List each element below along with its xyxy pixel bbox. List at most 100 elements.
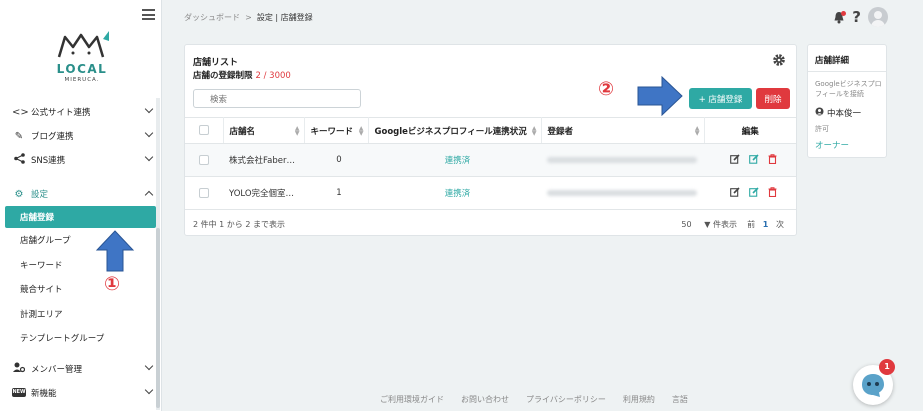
detail-role: オーナー [815,141,850,151]
annotation-arrow-right [637,76,683,116]
footer-link-terms[interactable]: 利用規約 [623,394,655,405]
select-all-checkbox[interactable] [199,125,209,136]
gear-icon[interactable] [772,53,786,70]
sidebar-item-members[interactable]: メンバー管理 [0,357,162,381]
chevron-down-icon [144,385,154,394]
delete-button[interactable]: 削除 [756,88,790,109]
gbp-status-cell: 連携済 [368,143,541,177]
col-registrant[interactable]: 登録者 ▲ ▼ [541,117,705,144]
sidebar-sub-store-group[interactable]: 店舗グループ [0,228,162,253]
chevron-down-icon [144,152,154,162]
chevron-down-icon [144,128,154,138]
code-icon: <> [12,106,29,118]
notification-dot [841,10,847,16]
footer-link-privacy[interactable]: プライバシーポリシー [526,394,606,405]
footer-link-language[interactable]: 言語 [672,394,688,405]
sidebar-item-label: 公式サイト連携 [31,108,91,118]
sort-icon: ▲ ▼ [694,125,700,137]
footer-link-contact[interactable]: お問い合わせ [461,394,509,405]
logo-sub: MIERUCA. [64,77,100,83]
sidebar-item-blog[interactable]: ✎ ブログ連携 [0,124,162,148]
col-label: 店舗名 [229,126,256,137]
edit-icon[interactable] [729,153,740,167]
store-limit-value: 2 / 3000 [255,71,291,81]
avatar[interactable] [868,7,888,27]
trash-icon[interactable] [768,153,777,167]
sort-icon: ▲ ▼ [358,125,364,137]
detail-perm-label: 許可 [815,125,829,133]
current-page[interactable]: 1 [763,220,769,229]
breadcrumb-root[interactable]: ダッシュボード [184,13,240,22]
edit-icon[interactable] [729,186,740,200]
select-all-header[interactable] [185,117,224,144]
sidebar-item-site[interactable]: <> 公式サイト連携 [0,100,162,124]
help-icon[interactable]: ? [852,8,861,26]
annotation-arrow-up [95,230,135,272]
share-icon [12,153,26,167]
store-limit-label: 店舗の登録制限 [193,71,253,81]
divider [808,71,886,72]
row-checkbox[interactable] [199,154,209,165]
sidebar-sub-competitor[interactable]: 競合サイト [0,277,162,302]
search-input[interactable] [193,89,361,108]
store-list-card: 店舗リスト 店舗の登録制限 2 / 3000 + 店舗登録 削除 店舗名 ▲▼ キ… [184,44,797,236]
row-count-text: 2 件中 1 から 2 まで表示 [193,220,285,229]
sidebar-sub-template-group[interactable]: テンプレートグループ [0,326,162,351]
sidebar-sub-keyword[interactable]: キーワード [0,253,162,278]
table-row[interactable]: 株式会社Faber… 0 連携済 [185,143,796,177]
logo-brand: LOCAL [56,62,108,76]
chat-widget-button[interactable]: 1 [853,359,895,405]
edit-alt-icon[interactable] [748,153,759,167]
sidebar-item-sns[interactable]: SNS連携 [0,148,162,172]
detail-user: 中本俊一 [815,107,861,119]
pencil-icon: ✎ [14,130,24,142]
prev-page-link[interactable]: 前 [747,220,755,229]
sort-icon: ▲ ▼ [531,125,537,137]
gbp-status-cell: 連携済 [368,176,541,210]
chevron-down-icon [144,104,154,114]
sidebar-item-label: 設定 [31,190,49,200]
annotation-one: ① [104,273,121,295]
store-name-cell: 株式会社Faber… [223,143,304,177]
row-select[interactable] [185,176,223,210]
per-page-label[interactable]: ▼ 件表示 [704,220,737,229]
bell-icon[interactable] [833,10,847,24]
col-store-name[interactable]: 店舗名 ▲ ▼ [223,117,305,144]
col-label: 編集 [741,126,759,137]
sidebar-menu: <> 公式サイト連携 ✎ ブログ連携 SNS連携 ⚙ 設定 店舗登録 店舗グルー… [0,100,162,405]
sidebar-scrollbar[interactable] [156,98,160,410]
store-detail-card: 店舗詳細 Googleビジネスプロフィールを接続 中本俊一 許可 オーナー [807,44,887,158]
chevron-up-icon [144,190,154,200]
trash-icon[interactable] [768,186,777,200]
sidebar-sub-area[interactable]: 計測エリア [0,302,162,327]
col-gbp-status[interactable]: Googleビジネスプロフィール連携状況 ▲ ▼ [368,117,542,144]
registrant-cell [541,176,704,210]
registrant-cell [541,143,704,177]
table-row[interactable]: YOLO完全個室… 1 連携済 [185,176,796,210]
row-select[interactable] [185,143,223,177]
breadcrumb-sep: > [245,13,252,22]
col-keyword[interactable]: キーワード ▲ ▼ [304,117,369,144]
sidebar-item-new[interactable]: NEW 新機能 [0,381,162,405]
footer-links: ご利用環境ガイド お問い合わせ プライバシーポリシー 利用規約 言語 [380,394,688,405]
keyword-cell: 0 [304,143,368,177]
keyword-cell: 1 [304,176,368,210]
header-icons: ? [833,7,888,27]
sidebar-item-label: メンバー管理 [31,364,83,375]
hamburger-menu-icon[interactable] [142,9,155,23]
store-name-cell: YOLO完全個室… [223,176,304,210]
sidebar: LOCAL MIERUCA. <> 公式サイト連携 ✎ ブログ連携 SNS連携 … [0,0,162,411]
next-page-link[interactable]: 次 [776,220,784,229]
row-checkbox[interactable] [199,187,209,198]
edit-cell [704,143,796,177]
logo[interactable]: LOCAL MIERUCA. [49,27,115,83]
per-page-select[interactable]: 50 [681,220,691,229]
footer-link-guide[interactable]: ご利用環境ガイド [380,394,444,405]
breadcrumb-current: 設定 | 店舗登録 [256,13,313,22]
sidebar-sub-store-register[interactable]: 店舗登録 [5,206,156,228]
sidebar-item-settings[interactable]: ⚙ 設定 [0,182,162,206]
col-label: キーワード [310,126,354,137]
new-badge-icon: NEW [12,388,26,397]
edit-alt-icon[interactable] [748,186,759,200]
add-store-button[interactable]: + 店舗登録 [689,88,752,109]
